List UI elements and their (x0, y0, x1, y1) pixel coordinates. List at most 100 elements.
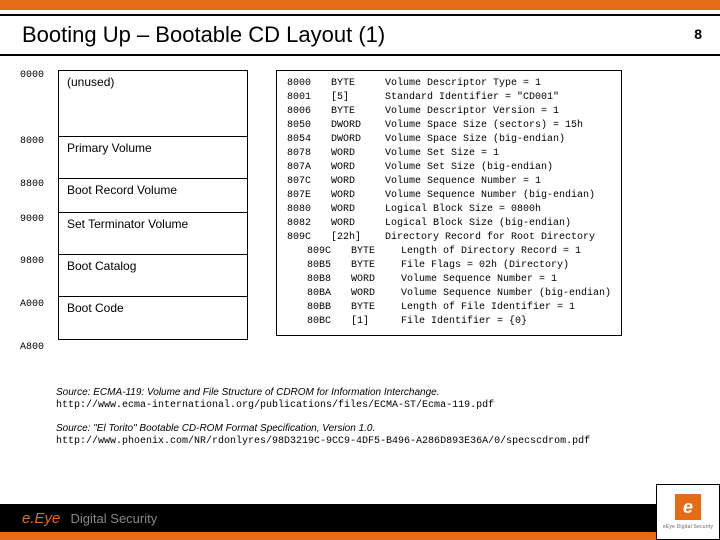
source-label: Source: "El Torito" Bootable CD-ROM Form… (56, 422, 590, 435)
dump-type: WORD (351, 273, 401, 287)
dump-row: 8078WORDVolume Set Size = 1 (287, 147, 611, 161)
dump-type: [22h] (331, 231, 385, 245)
dump-row: 8050DWORDVolume Space Size (sectors) = 1… (287, 119, 611, 133)
hex-dump-listing: 8000BYTEVolume Descriptor Type = 18001[5… (276, 70, 622, 336)
dump-desc: Volume Sequence Number (big-endian) (401, 287, 611, 301)
dump-type: BYTE (351, 259, 401, 273)
dump-desc: Volume Sequence Number = 1 (385, 175, 541, 189)
dump-row: 8000BYTEVolume Descriptor Type = 1 (287, 77, 611, 91)
dump-row: 80BBBYTELength of File Identifier = 1 (287, 301, 611, 315)
source-url: http://www.phoenix.com/NR/rdonlyres/98D3… (56, 435, 590, 448)
dump-offset: 8006 (287, 105, 331, 119)
dump-desc: File Identifier = {0} (401, 315, 527, 329)
logo-box: e eEye Digital Security (656, 484, 720, 540)
cd-layout-diagram: 0000 8000 8800 9000 9800 A000 A800 (unus… (20, 70, 250, 340)
dump-desc: Volume Descriptor Version = 1 (385, 105, 559, 119)
dump-offset: 807A (287, 161, 331, 175)
dump-desc: Volume Space Size (sectors) = 15h (385, 119, 583, 133)
dump-offset: 8050 (287, 119, 331, 133)
dump-offset: 809C (287, 231, 331, 245)
dump-offset: 8078 (287, 147, 331, 161)
offset-label: A000 (20, 299, 44, 310)
layout-cell: Boot Record Volume (59, 179, 247, 213)
dump-offset: 8080 (287, 203, 331, 217)
dump-row: 8080WORDLogical Block Size = 0800h (287, 203, 611, 217)
dump-offset: 807C (287, 175, 331, 189)
layout-cell: Primary Volume (59, 137, 247, 179)
layout-cell: Boot Code (59, 297, 247, 339)
offset-label: 9800 (20, 256, 44, 267)
dump-row: 809CBYTELength of Directory Record = 1 (287, 245, 611, 259)
sources: Source: ECMA-119: Volume and File Struct… (56, 386, 590, 458)
footer-bar: e.Eye Digital Security (0, 504, 720, 532)
dump-row: 80B5BYTEFile Flags = 02h (Directory) (287, 259, 611, 273)
offset-label: 9000 (20, 214, 44, 225)
layout-table: (unused) Primary Volume Boot Record Volu… (58, 70, 248, 340)
dump-offset: 8000 (287, 77, 331, 91)
top-accent-bar (0, 0, 720, 10)
dump-desc: Volume Space Size (big-endian) (385, 133, 565, 147)
dump-type: BYTE (351, 245, 401, 259)
page-title: Booting Up – Bootable CD Layout (1) (0, 16, 720, 50)
layout-cell: (unused) (59, 71, 247, 137)
dump-type: WORD (331, 147, 385, 161)
dump-type: BYTE (331, 105, 385, 119)
dump-offset: 80B8 (307, 273, 351, 287)
brand: e.Eye Digital Security (22, 510, 157, 527)
dump-desc: Length of File Identifier = 1 (401, 301, 575, 315)
source-label: Source: ECMA-119: Volume and File Struct… (56, 386, 590, 399)
dump-row: 807EWORDVolume Sequence Number (big-endi… (287, 189, 611, 203)
dump-type: WORD (351, 287, 401, 301)
dump-type: DWORD (331, 133, 385, 147)
dump-row: 807AWORDVolume Set Size (big-endian) (287, 161, 611, 175)
dump-row: 80B8WORDVolume Sequence Number = 1 (287, 273, 611, 287)
dump-desc: Directory Record for Root Directory (385, 231, 595, 245)
offset-label: 8000 (20, 136, 44, 147)
dump-offset: 80B5 (307, 259, 351, 273)
dump-desc: Volume Set Size = 1 (385, 147, 499, 161)
dump-desc: Logical Block Size = 0800h (385, 203, 541, 217)
dump-offset: 80BC (307, 315, 351, 329)
dump-type: WORD (331, 175, 385, 189)
dump-row: 8006BYTEVolume Descriptor Version = 1 (287, 105, 611, 119)
dump-offset: 80BB (307, 301, 351, 315)
offset-label: A800 (20, 342, 44, 353)
dump-desc: Volume Set Size (big-endian) (385, 161, 553, 175)
dump-type: WORD (331, 203, 385, 217)
dump-row: 80BAWORDVolume Sequence Number (big-endi… (287, 287, 611, 301)
dump-type: BYTE (351, 301, 401, 315)
dump-type: WORD (331, 217, 385, 231)
content-area: 0000 8000 8800 9000 9800 A000 A800 (unus… (0, 56, 720, 70)
dump-desc: Volume Descriptor Type = 1 (385, 77, 541, 91)
dump-row: 80BC[1]File Identifier = {0} (287, 315, 611, 329)
dump-row: 807CWORDVolume Sequence Number = 1 (287, 175, 611, 189)
layout-cell: Set Terminator Volume (59, 213, 247, 255)
dump-type: WORD (331, 189, 385, 203)
layout-cell: Boot Catalog (59, 255, 247, 297)
logo-text: eEye Digital Security (663, 524, 713, 530)
dump-type: WORD (331, 161, 385, 175)
dump-row: 8054DWORDVolume Space Size (big-endian) (287, 133, 611, 147)
page-number: 8 (694, 26, 702, 42)
dump-type: BYTE (331, 77, 385, 91)
dump-offset: 8001 (287, 91, 331, 105)
offset-label: 0000 (20, 70, 44, 81)
source-citation: Source: ECMA-119: Volume and File Struct… (56, 386, 590, 412)
dump-row: 809C[22h]Directory Record for Root Direc… (287, 231, 611, 245)
dump-desc: Volume Sequence Number = 1 (401, 273, 557, 287)
logo-icon: e (675, 494, 701, 520)
dump-row: 8001[5]Standard Identifier = "CD001" (287, 91, 611, 105)
offset-label: 8800 (20, 179, 44, 190)
dump-desc: Length of Directory Record = 1 (401, 245, 581, 259)
dump-offset: 8054 (287, 133, 331, 147)
source-citation: Source: "El Torito" Bootable CD-ROM Form… (56, 422, 590, 448)
dump-type: [1] (351, 315, 401, 329)
dump-offset: 80BA (307, 287, 351, 301)
brand-tagline: Digital Security (65, 511, 158, 526)
dump-offset: 809C (307, 245, 351, 259)
dump-type: [5] (331, 91, 385, 105)
dump-desc: Volume Sequence Number (big-endian) (385, 189, 595, 203)
dump-desc: File Flags = 02h (Directory) (401, 259, 569, 273)
footer-accent (0, 532, 720, 540)
brand-name: e.Eye (22, 510, 60, 527)
